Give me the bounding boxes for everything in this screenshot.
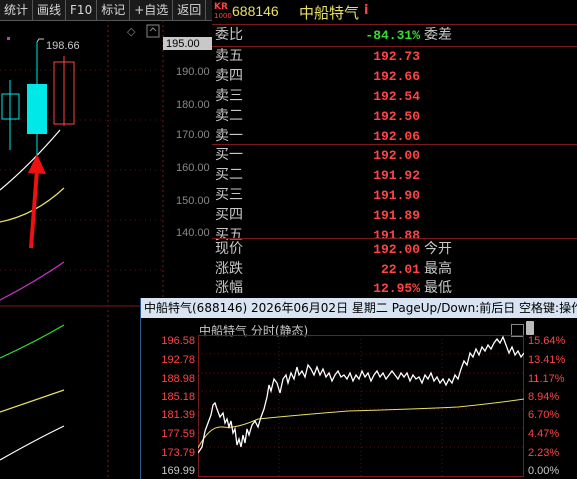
left-axis-label: 181.39 xyxy=(161,409,195,421)
ask-row: 卖二 192.50 xyxy=(212,106,577,127)
price-scale-label: 170.00 xyxy=(176,129,210,141)
ask-label: 卖五 xyxy=(215,48,243,64)
grid-dots xyxy=(0,69,163,271)
high-marker-line xyxy=(36,38,44,43)
ma-line xyxy=(0,389,65,413)
right-axis-label: 15.64% xyxy=(528,335,566,347)
left-axis-label: 192.78 xyxy=(161,354,195,366)
right-axis-label: 13.41% xyxy=(528,354,566,366)
left-axis-label: 169.99 xyxy=(161,465,195,477)
ask-row: 卖五 192.73 xyxy=(212,46,577,67)
ask-row: 卖三 192.54 xyxy=(212,86,577,107)
bid-row: 买三 191.90 xyxy=(212,185,577,206)
price-cursor-label: 195.00 xyxy=(166,38,200,50)
left-axis-label: 177.59 xyxy=(161,428,195,440)
bid-label: 买一 xyxy=(215,147,243,163)
info-icon[interactable]: i xyxy=(364,3,368,18)
bid-row: 买一 192.00 xyxy=(212,145,577,166)
indicator-dot xyxy=(7,37,10,40)
quote-label: 涨跌 xyxy=(215,261,243,277)
popup-title-bar[interactable]: 中船特气(688146) 2026年06月02日 星期二 PageUp/Down… xyxy=(141,298,577,318)
stock-name: 中船特气 xyxy=(299,4,360,22)
bid-price: 192.00 xyxy=(373,148,420,163)
toolbar-back-button[interactable]: 返回 xyxy=(173,0,207,20)
weibi-label: 委比 xyxy=(215,27,243,43)
badge-bottom: 1000 xyxy=(214,12,232,20)
intraday-popup[interactable]: 中船特气(688146) 2026年06月02日 星期二 PageUp/Down… xyxy=(140,298,577,479)
quote-row: 涨跌 22.01 最高 xyxy=(212,259,577,280)
bid-label: 买二 xyxy=(215,167,243,183)
quote-value: 12.95% xyxy=(373,281,420,296)
left-axis-label: 185.18 xyxy=(161,391,195,403)
bid-price: 191.90 xyxy=(373,188,420,203)
bid-row: 买二 191.92 xyxy=(212,165,577,186)
stock-badge: KR 1000 xyxy=(214,2,232,22)
ask-label: 卖四 xyxy=(215,68,243,84)
quote-extra-label: 最高 xyxy=(424,261,452,277)
left-axis-label: 173.79 xyxy=(161,447,195,459)
chart-toolbar: 统计 画线 F10 标记 +自选 返回 xyxy=(0,0,212,21)
left-axis-label: 196.58 xyxy=(161,335,195,347)
quote-value: 22.01 xyxy=(380,262,420,277)
price-scale-label: 160.00 xyxy=(176,162,210,174)
popup-pin-icon[interactable] xyxy=(526,321,534,335)
ma-line xyxy=(0,425,65,461)
bid-price: 191.89 xyxy=(373,208,420,223)
right-axis-label: 8.94% xyxy=(528,391,560,403)
weicha-label: 委差 xyxy=(424,27,452,43)
toolbar-draw-button[interactable]: 画线 xyxy=(33,0,67,20)
toolbar-add-watchlist-button[interactable]: +自选 xyxy=(130,0,174,20)
left-axis-label: 188.98 xyxy=(161,373,195,385)
collapse-chevron-icon xyxy=(149,27,157,32)
right-axis-label: 2.23% xyxy=(528,447,560,459)
badge-top: KR xyxy=(214,2,228,12)
ask-price: 192.54 xyxy=(373,89,420,104)
toolbar-f10-button[interactable]: F10 xyxy=(66,0,98,20)
ma-line xyxy=(0,324,65,359)
right-axis-label: 4.47% xyxy=(528,428,560,440)
toolbar-stats-button[interactable]: 统计 xyxy=(0,0,34,20)
price-scale-label: 180.00 xyxy=(176,99,210,111)
quote-value: 192.00 xyxy=(373,242,420,257)
right-axis-label: 0.00% xyxy=(528,465,560,477)
intraday-chart[interactable] xyxy=(198,335,524,477)
quote-extra-label: 最低 xyxy=(424,280,452,296)
quote-row: 涨幅 12.95% 最低 xyxy=(212,278,577,299)
stock-code: 688146 xyxy=(232,3,279,19)
ma-line xyxy=(0,261,65,301)
quote-label: 现价 xyxy=(215,241,243,257)
ask-price: 192.50 xyxy=(373,109,420,124)
right-axis-label: 11.17% xyxy=(528,373,565,385)
quote-row: 现价 192.00 今开 xyxy=(212,239,577,260)
weibi-value: -84.31% xyxy=(365,28,420,43)
quote-panel: KR 1000 688146 中船特气 i 委比 -84.31% 委差 卖五 1… xyxy=(212,0,577,300)
candle-body xyxy=(27,84,47,134)
collapse-icon[interactable] xyxy=(146,24,160,38)
bid-price: 191.92 xyxy=(373,168,420,183)
ask-label: 卖二 xyxy=(215,108,243,124)
weibi-row: 委比 -84.31% 委差 xyxy=(212,25,577,46)
price-scale-label: 150.00 xyxy=(176,195,210,207)
price-scale-label: 190.00 xyxy=(176,66,210,78)
high-price-label: 198.66 xyxy=(46,40,80,52)
ask-label: 卖三 xyxy=(215,88,243,104)
right-axis-label: 6.70% xyxy=(528,409,560,421)
bid-label: 买四 xyxy=(215,207,243,223)
annotation-arrow-head xyxy=(28,154,46,174)
diamond-icon[interactable]: ◇ xyxy=(127,25,136,38)
bid-row: 买四 191.89 xyxy=(212,205,577,226)
quote-extra-label: 今开 xyxy=(424,241,452,257)
price-scale-label: 140.00 xyxy=(176,227,210,239)
ma-line xyxy=(0,129,61,191)
ask-price: 192.66 xyxy=(373,69,420,84)
intraday-grid xyxy=(198,335,524,477)
ask-row: 卖四 192.66 xyxy=(212,66,577,87)
quote-label: 涨幅 xyxy=(215,280,243,296)
toolbar-mark-button[interactable]: 标记 xyxy=(97,0,131,20)
bid-label: 买三 xyxy=(215,187,243,203)
ask-price: 192.73 xyxy=(373,49,420,64)
